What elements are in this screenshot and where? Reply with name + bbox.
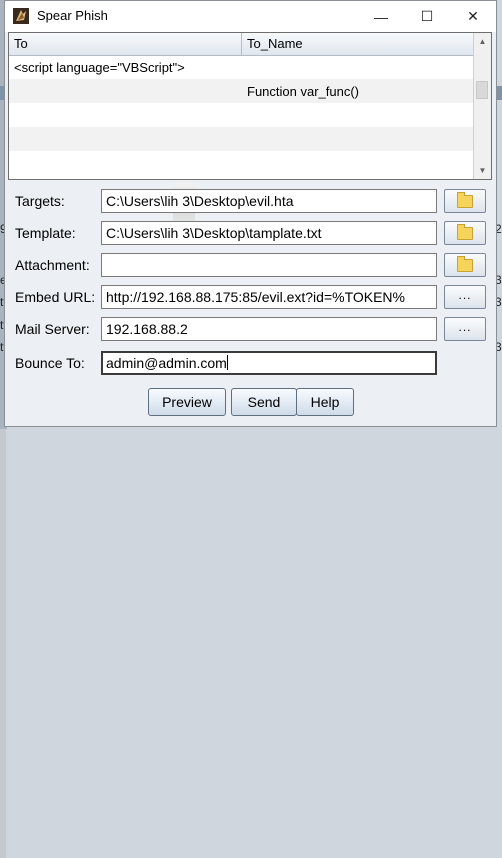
table-row[interactable]: [9, 103, 475, 127]
background-window-right: [0, 429, 6, 858]
recipients-table[interactable]: To To_Name <script language="VBScript"> …: [8, 32, 492, 180]
table-cell-to-name: Function var_func(): [247, 84, 359, 99]
table-row[interactable]: <script language="VBScript">: [9, 55, 475, 79]
table-header: To To_Name: [9, 33, 475, 56]
text-caret: [226, 355, 228, 370]
scroll-down-icon[interactable]: ▼: [474, 162, 491, 179]
embed-url-field[interactable]: http://192.168.88.175:85/evil.ext?id=%TO…: [101, 285, 437, 309]
spear-phish-dialog: Spear Phish — ☐ ✕ To To_Name <script lan…: [4, 0, 497, 427]
app-icon: [13, 8, 29, 24]
table-row[interactable]: [9, 151, 475, 175]
mail-server-field[interactable]: 192.168.88.2: [101, 317, 437, 341]
ellipsis-icon: ...: [458, 320, 472, 334]
template-browse-button[interactable]: [444, 221, 486, 245]
scroll-up-icon[interactable]: ▲: [474, 33, 491, 50]
title-bar[interactable]: Spear Phish — ☐ ✕: [5, 1, 496, 32]
window-title: Spear Phish: [37, 8, 108, 23]
help-button[interactable]: Help: [296, 388, 354, 416]
table-cell-to: <script language="VBScript">: [14, 60, 185, 75]
embed-url-browse-button[interactable]: ...: [444, 285, 486, 309]
column-header-to-name[interactable]: To_Name: [242, 33, 475, 55]
bounce-to-label: Bounce To:: [15, 355, 85, 371]
minimize-icon: —: [374, 8, 388, 25]
targets-field[interactable]: C:\Users\lih 3\Desktop\evil.hta: [101, 189, 437, 213]
template-label: Template:: [15, 225, 76, 241]
attachment-label: Attachment:: [15, 257, 90, 273]
folder-icon: [457, 191, 473, 208]
ellipsis-icon: ...: [458, 288, 472, 302]
template-field[interactable]: C:\Users\lih 3\Desktop\tamplate.txt: [101, 221, 437, 245]
embed-url-label: Embed URL:: [15, 289, 96, 305]
table-row[interactable]: Function var_func(): [9, 79, 475, 103]
bounce-to-value: admin@admin.com: [106, 355, 227, 371]
bounce-to-field[interactable]: admin@admin.com: [101, 351, 437, 375]
folder-icon: [457, 255, 473, 272]
send-button[interactable]: Send: [231, 388, 297, 416]
maximize-button[interactable]: ☐: [404, 1, 450, 32]
mail-server-label: Mail Server:: [15, 321, 90, 337]
targets-label: Targets:: [15, 193, 65, 209]
background-toolbar-right: [497, 86, 502, 100]
folder-icon: [457, 223, 473, 240]
attachment-field[interactable]: [101, 253, 437, 277]
maximize-icon: ☐: [420, 8, 434, 24]
close-icon: ✕: [467, 8, 479, 24]
minimize-button[interactable]: —: [358, 1, 404, 32]
preview-button[interactable]: Preview: [148, 388, 226, 416]
mail-server-config-button[interactable]: ...: [444, 317, 486, 341]
table-scrollbar[interactable]: ▲ ▼: [473, 33, 491, 179]
scroll-thumb[interactable]: [476, 81, 488, 99]
attachment-browse-button[interactable]: [444, 253, 486, 277]
column-header-to[interactable]: To: [9, 33, 242, 55]
close-button[interactable]: ✕: [450, 1, 496, 32]
targets-browse-button[interactable]: [444, 189, 486, 213]
table-row[interactable]: [9, 127, 475, 151]
